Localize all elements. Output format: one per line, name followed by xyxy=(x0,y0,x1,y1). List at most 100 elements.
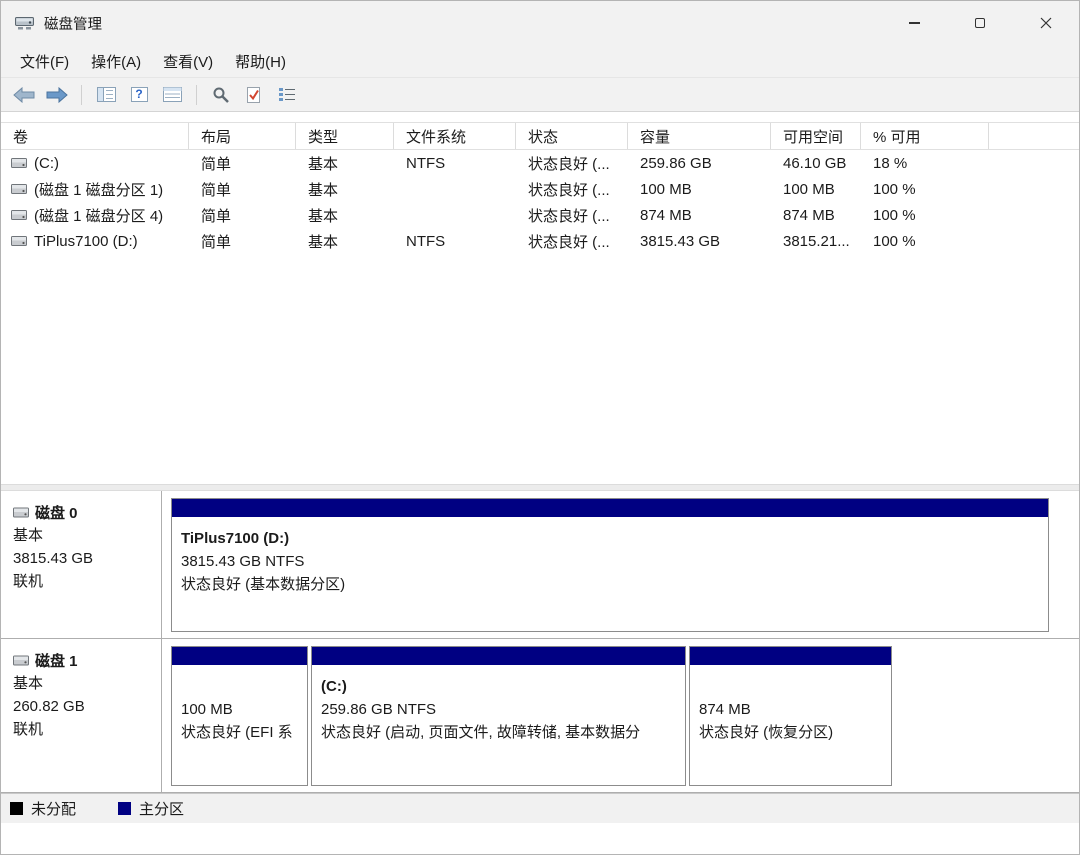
primary-partition-swatch-icon xyxy=(118,802,132,815)
cell-pct-free: 18 % xyxy=(873,154,908,172)
primary-partition-color-bar xyxy=(690,647,891,667)
partition-title: (C:) xyxy=(321,678,347,695)
cell-layout: 简单 xyxy=(201,181,232,199)
volume-name: TiPlus7100 (D:) xyxy=(34,232,138,250)
cell-type: 基本 xyxy=(308,233,339,251)
cell-type: 基本 xyxy=(308,155,339,173)
disk-info-1[interactable]: 磁盘 1 基本 260.82 GB 联机 xyxy=(1,639,162,792)
partition-c[interactable]: (C:) 259.86 GB NTFS 状态良好 (启动, 页面文件, 故障转储… xyxy=(311,646,686,786)
partition-status: 状态良好 (恢复分区) xyxy=(699,724,834,741)
disk-size: 3815.43 GB xyxy=(13,550,94,567)
close-button[interactable] xyxy=(1013,1,1079,45)
cell-capacity: 100 MB xyxy=(640,180,692,198)
cell-free-space: 874 MB xyxy=(783,206,835,224)
cell-capacity: 259.86 GB xyxy=(640,154,712,172)
disk-row-1: 磁盘 1 基本 260.82 GB 联机 100 MB 状态良好 (EFI 系 … xyxy=(1,639,1079,793)
menu-file[interactable]: 文件(F) xyxy=(9,47,80,76)
column-header-filler xyxy=(989,123,1079,149)
minimize-icon xyxy=(908,22,920,24)
cell-status: 状态良好 (... xyxy=(528,181,610,199)
cell-layout: 简单 xyxy=(201,155,232,173)
legend-bar: 未分配 主分区 xyxy=(1,793,1079,823)
table-row[interactable]: (磁盘 1 磁盘分区 1) 简单 基本 状态良好 (... 100 MB 100… xyxy=(1,176,1079,202)
magnifier-icon[interactable] xyxy=(208,83,234,107)
pane-splitter[interactable] xyxy=(1,484,1079,491)
toolbar-separator xyxy=(81,84,82,105)
disk-type: 基本 xyxy=(13,527,44,544)
column-header-layout[interactable]: 布局 xyxy=(189,123,296,149)
toolbar: ? xyxy=(1,78,1079,112)
volume-icon xyxy=(11,184,27,194)
partition-efi[interactable]: 100 MB 状态良好 (EFI 系 xyxy=(171,646,308,786)
close-icon xyxy=(1040,17,1052,29)
cell-type: 基本 xyxy=(308,207,339,225)
export-list-icon[interactable] xyxy=(159,83,185,107)
volume-icon xyxy=(11,210,27,220)
partition-title: TiPlus7100 (D:) xyxy=(181,530,290,547)
legend-unallocated: 未分配 xyxy=(10,798,76,819)
disk-graphical-view: 磁盘 0 基本 3815.43 GB 联机 TiPlus7100 (D:) 38… xyxy=(1,491,1079,793)
partition-recovery[interactable]: 874 MB 状态良好 (恢复分区) xyxy=(689,646,892,786)
volume-name: (磁盘 1 磁盘分区 4) xyxy=(34,207,164,225)
disk-1-partitions: 100 MB 状态良好 (EFI 系 (C:) 259.86 GB NTFS 状… xyxy=(162,639,1079,792)
volume-list: 卷 布局 类型 文件系统 状态 容量 可用空间 % 可用 (C:) 简单 基本 … xyxy=(1,112,1079,484)
partition-status: 状态良好 (EFI 系 xyxy=(181,724,293,741)
disk-name: 磁盘 1 xyxy=(35,653,78,670)
disk-info-0[interactable]: 磁盘 0 基本 3815.43 GB 联机 xyxy=(1,491,162,638)
forward-icon[interactable] xyxy=(44,83,70,107)
disk-status: 联机 xyxy=(13,573,44,590)
partition-title xyxy=(699,675,883,698)
disk-type: 基本 xyxy=(13,675,44,692)
cell-capacity: 3815.43 GB xyxy=(640,232,721,250)
cell-status: 状态良好 (... xyxy=(528,207,610,225)
check-document-icon[interactable] xyxy=(241,83,267,107)
menu-help[interactable]: 帮助(H) xyxy=(224,47,297,76)
cell-type: 基本 xyxy=(308,181,339,199)
disk-row-0: 磁盘 0 基本 3815.43 GB 联机 TiPlus7100 (D:) 38… xyxy=(1,491,1079,639)
partition-size: 3815.43 GB NTFS xyxy=(181,553,305,570)
cell-layout: 简单 xyxy=(201,233,232,251)
partition-d[interactable]: TiPlus7100 (D:) 3815.43 GB NTFS 状态良好 (基本… xyxy=(171,498,1049,632)
action-pane-icon[interactable] xyxy=(274,83,300,107)
primary-partition-color-bar xyxy=(172,647,307,667)
menubar: 文件(F) 操作(A) 查看(V) 帮助(H) xyxy=(1,45,1079,78)
legend-label: 未分配 xyxy=(31,801,77,818)
column-header-status[interactable]: 状态 xyxy=(516,123,628,149)
legend-primary-partition: 主分区 xyxy=(118,798,184,819)
window-title: 磁盘管理 xyxy=(44,16,102,33)
cell-free-space: 46.10 GB xyxy=(783,154,847,172)
cell-pct-free: 100 % xyxy=(873,232,916,250)
window-footer xyxy=(1,823,1079,854)
column-header-type[interactable]: 类型 xyxy=(296,123,394,149)
cell-free-space: 100 MB xyxy=(783,180,835,198)
titlebar: 磁盘管理 xyxy=(1,1,1079,45)
column-header-free-space[interactable]: 可用空间 xyxy=(771,123,861,149)
disk-icon xyxy=(13,507,29,518)
table-row[interactable]: TiPlus7100 (D:) 简单 基本 NTFS 状态良好 (... 381… xyxy=(1,228,1079,254)
minimize-button[interactable] xyxy=(881,1,947,45)
menu-action[interactable]: 操作(A) xyxy=(80,47,152,76)
legend-label: 主分区 xyxy=(139,801,185,818)
column-header-pct-free[interactable]: % 可用 xyxy=(861,123,989,149)
disk-name: 磁盘 0 xyxy=(35,505,78,522)
toolbar-separator xyxy=(196,84,197,105)
cell-capacity: 874 MB xyxy=(640,206,692,224)
column-header-filesystem[interactable]: 文件系统 xyxy=(394,123,516,149)
disk-size: 260.82 GB xyxy=(13,698,85,715)
column-header-volume[interactable]: 卷 xyxy=(1,123,189,149)
cell-free-space: 3815.21... xyxy=(783,232,850,250)
console-tree-icon[interactable] xyxy=(93,83,119,107)
maximize-button[interactable] xyxy=(947,1,1013,45)
partition-size: 874 MB xyxy=(699,701,751,718)
back-icon[interactable] xyxy=(11,83,37,107)
volume-list-header: 卷 布局 类型 文件系统 状态 容量 可用空间 % 可用 xyxy=(1,122,1079,150)
column-header-capacity[interactable]: 容量 xyxy=(628,123,771,149)
help-icon[interactable]: ? xyxy=(126,83,152,107)
table-row[interactable]: (磁盘 1 磁盘分区 4) 简单 基本 状态良好 (... 874 MB 874… xyxy=(1,202,1079,228)
table-row[interactable]: (C:) 简单 基本 NTFS 状态良好 (... 259.86 GB 46.1… xyxy=(1,150,1079,176)
maximize-icon xyxy=(975,18,985,28)
partition-size: 100 MB xyxy=(181,701,233,718)
menu-view[interactable]: 查看(V) xyxy=(152,47,224,76)
disk-management-app-icon[interactable] xyxy=(15,15,34,31)
cell-filesystem: NTFS xyxy=(406,232,446,250)
